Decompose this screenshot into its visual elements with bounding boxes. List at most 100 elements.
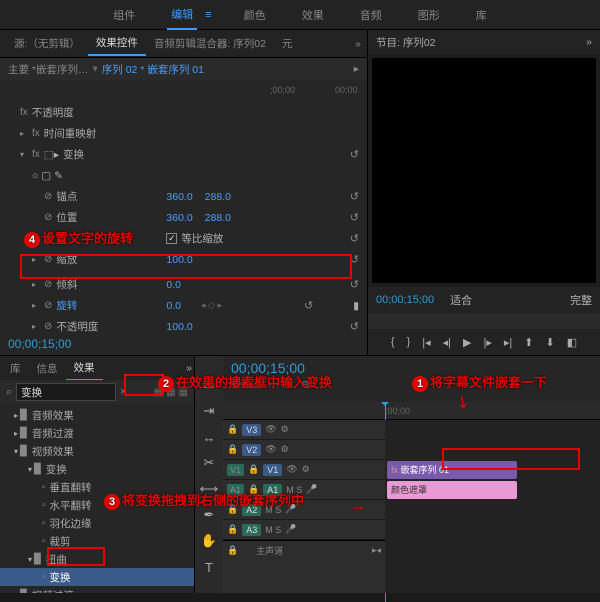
export-frame-icon[interactable]: ◧	[567, 336, 577, 349]
tab-assembly[interactable]: 组件	[109, 1, 139, 29]
effect-timeline-ruler[interactable]: ;00;00 00;00	[0, 80, 367, 100]
chevron-icon[interactable]: ▾	[28, 555, 32, 564]
source-tab[interactable]: 源:（无剪辑）	[6, 32, 88, 55]
uniform-scale-checkbox[interactable]	[166, 233, 177, 244]
lock-icon[interactable]: 🔒	[227, 504, 238, 515]
panel-menu-icon[interactable]: »	[355, 38, 361, 50]
reset-icon[interactable]: ↺	[350, 211, 359, 224]
lock-icon[interactable]: 🔒	[248, 484, 259, 495]
program-ruler[interactable]	[368, 313, 600, 329]
keyframe-marker-icon[interactable]: ▮	[353, 300, 359, 312]
tree-item[interactable]: ▫变换	[0, 568, 194, 586]
settings-icon[interactable]: ⚙	[301, 380, 310, 395]
tab-effects[interactable]: 效果	[298, 1, 328, 29]
filter-icon[interactable]: ▦	[179, 387, 188, 398]
track-v1[interactable]: V1	[263, 464, 282, 476]
stopwatch-icon[interactable]: ⊘	[44, 191, 52, 202]
track-a3[interactable]: A3	[242, 524, 261, 536]
chevron-icon[interactable]: ▸	[14, 411, 18, 420]
color-matte-clip[interactable]: 颜色遮罩	[387, 481, 517, 499]
stopwatch-icon[interactable]: ⊘	[44, 212, 52, 223]
program-timecode[interactable]: 00;00;15;00	[376, 294, 434, 306]
reset-icon[interactable]: ↺	[350, 320, 359, 333]
tree-item[interactable]: ▾▉变换	[0, 460, 194, 478]
stopwatch-icon[interactable]: ⊘	[44, 233, 52, 244]
anchor-x-value[interactable]: 360.0	[166, 191, 192, 203]
reset-icon[interactable]: ↺	[350, 190, 359, 203]
stopwatch-icon[interactable]: ⊘	[44, 279, 52, 290]
panel-menu-icon[interactable]: »	[186, 362, 192, 374]
voiceover-icon[interactable]: 🎤	[285, 504, 296, 515]
type-tool-icon[interactable]: T	[205, 558, 213, 576]
track-select-tool-icon[interactable]: ⇥	[204, 402, 215, 420]
stopwatch-icon[interactable]: ⊘	[44, 254, 52, 265]
tab-library[interactable]: 库	[472, 1, 491, 29]
ripple-tool-icon[interactable]: ↔	[203, 428, 216, 446]
filter-icon[interactable]: ▦	[166, 387, 175, 398]
clear-search-icon[interactable]: ×	[120, 386, 126, 398]
position-x-value[interactable]: 360.0	[166, 212, 192, 224]
stopwatch-icon[interactable]: ⊘	[44, 321, 52, 332]
step-fwd-icon[interactable]: |▸	[484, 336, 492, 349]
filter-icon[interactable]: ▦	[154, 387, 163, 398]
tree-item[interactable]: ▫羽化边缘	[0, 514, 194, 532]
snap-icon[interactable]: �магn	[231, 380, 263, 395]
menu-icon[interactable]: ≡	[205, 9, 211, 21]
reset-icon[interactable]: ↺	[350, 253, 359, 266]
rotation-value[interactable]: 0.0	[166, 300, 181, 312]
resolution-dropdown[interactable]: 完整	[570, 292, 592, 308]
tab-graphics[interactable]: 图形	[414, 1, 444, 29]
go-to-out-icon[interactable]: ▸|	[504, 336, 512, 349]
chevron-right-icon[interactable]: ▸	[32, 322, 42, 331]
lock-icon[interactable]: 🔒	[227, 424, 238, 435]
tree-item[interactable]: ▫裁剪	[0, 532, 194, 550]
step-back-icon[interactable]: ◂|	[443, 336, 451, 349]
linked-selection-icon[interactable]: ⌒	[269, 380, 279, 395]
play-icon[interactable]: ▶	[463, 336, 471, 349]
position-y-value[interactable]: 288.0	[205, 212, 231, 224]
mute-solo[interactable]: M S	[286, 485, 302, 495]
track-v2[interactable]: V2	[242, 444, 261, 456]
tree-item[interactable]: ▾▉扭曲	[0, 550, 194, 568]
chevron-right-icon[interactable]: ▸	[32, 301, 42, 310]
voiceover-icon[interactable]: 🎤	[306, 484, 317, 495]
timeline-timecode[interactable]: 00;00;15;00	[231, 360, 592, 376]
lock-icon[interactable]: 🔒	[227, 524, 238, 535]
timeline-ruler[interactable]: ;00;00	[223, 402, 600, 420]
chevron-down-icon[interactable]: ▾	[20, 150, 30, 159]
tree-item[interactable]: ▸▉音频过渡	[0, 424, 194, 442]
chevron-icon[interactable]: ▾	[28, 465, 32, 474]
track-toggle-output[interactable]: 👁	[265, 444, 276, 455]
timeline-tracks-area[interactable]: fx 嵌套序列 01 颜色遮罩	[385, 420, 600, 593]
extract-icon[interactable]: ⬇	[546, 336, 555, 349]
stopwatch-icon[interactable]: ⊘	[44, 300, 52, 311]
mute-solo[interactable]: M S	[265, 505, 281, 515]
master-track[interactable]: 主声道	[256, 544, 283, 557]
time-remap-effect[interactable]: 时间重映射	[44, 126, 154, 141]
opacity-effect[interactable]: 不透明度	[32, 105, 142, 120]
library-tab[interactable]: 库	[2, 357, 29, 380]
transform-effect[interactable]: 变换	[63, 147, 173, 162]
chevron-icon[interactable]: ▾	[14, 447, 18, 456]
lock-icon[interactable]: 🔒	[227, 444, 238, 455]
razor-tool-icon[interactable]: ✂	[204, 454, 215, 472]
reset-icon[interactable]: ↺	[350, 232, 359, 245]
effects-tab[interactable]: 效果	[66, 356, 103, 381]
tab-color[interactable]: 颜色	[240, 1, 270, 29]
track-toggle-output[interactable]: 👁	[286, 464, 297, 475]
hand-tool-icon[interactable]: ✋	[201, 532, 217, 550]
effect-timecode[interactable]: 00;00;15;00	[0, 333, 367, 355]
go-to-in-icon[interactable]: |◂	[422, 336, 430, 349]
metadata-tab[interactable]: 元	[274, 32, 301, 55]
track-v3[interactable]: V3	[242, 424, 261, 436]
mark-in-icon[interactable]: {	[391, 336, 395, 348]
tree-item[interactable]: ▸▉音频效果	[0, 406, 194, 424]
keyframe-nav[interactable]: ◂ ◇ ▸	[201, 300, 222, 311]
tab-editing[interactable]: 编辑	[167, 0, 197, 30]
chevron-icon[interactable]: ▸	[14, 429, 18, 438]
tab-audio[interactable]: 音频	[356, 1, 386, 29]
tree-item[interactable]: ▫水平翻转	[0, 496, 194, 514]
effect-controls-tab[interactable]: 效果控件	[88, 31, 146, 56]
info-tab[interactable]: 信息	[29, 357, 66, 380]
skew-value[interactable]: 0.0	[166, 279, 181, 291]
